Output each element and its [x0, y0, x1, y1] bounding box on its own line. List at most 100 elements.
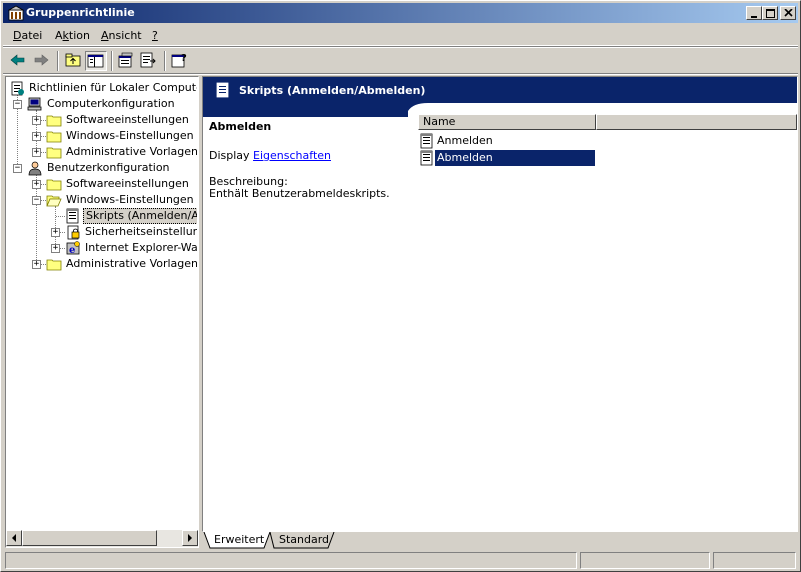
script-icon: [216, 82, 229, 98]
list-item-abmelden[interactable]: Abmelden: [418, 150, 598, 167]
folder-icon: [46, 115, 62, 127]
folder-icon: [46, 147, 62, 159]
group-policy-app-icon: [8, 5, 24, 21]
help-icon: ?: [171, 53, 187, 68]
tree-item-label: Benutzerkonfiguration: [47, 161, 170, 174]
display-prefix: Display: [209, 149, 250, 162]
menu-ansicht[interactable]: Ansicht: [101, 29, 142, 42]
folder-icon: [46, 131, 62, 143]
export-list-icon: [140, 52, 156, 68]
folder-icon: [46, 259, 62, 271]
export-list-button[interactable]: [138, 51, 160, 71]
folder-open-icon: [46, 195, 62, 207]
user-icon: [28, 161, 42, 176]
forward-button[interactable]: [31, 51, 53, 71]
minimize-icon: [751, 16, 757, 18]
maximize-icon: [765, 9, 775, 18]
collapse-icon[interactable]: −: [32, 196, 41, 205]
script-icon: [420, 133, 433, 149]
up-folder-icon: [65, 53, 81, 67]
status-panel-main: [5, 552, 577, 569]
computer-icon: [27, 97, 42, 111]
properties-icon: [118, 52, 133, 68]
menu-aktion[interactable]: Aktion: [55, 29, 90, 42]
tree-view: Richtlinien für Lokaler Computer − Compu…: [7, 78, 197, 530]
minimize-button[interactable]: [746, 6, 762, 20]
properties-button[interactable]: [116, 51, 138, 71]
script-icon: [66, 208, 79, 224]
toolbar-separator-line: [3, 73, 798, 75]
policy-icon: [11, 81, 24, 96]
forward-icon: [34, 54, 49, 66]
svg-text:?: ?: [181, 53, 187, 64]
expand-icon[interactable]: +: [51, 244, 60, 253]
tree-item-label: Windows-Einstellungen: [66, 193, 194, 206]
tab-standard[interactable]: Standard: [279, 532, 329, 549]
toolbar-separator: [111, 51, 113, 71]
tree-item-label: Administrative Vorlagen: [66, 257, 197, 270]
toolbar-separator: [57, 51, 59, 71]
tree-item-label: Softwareeinstellungen: [66, 177, 189, 190]
status-bar: [3, 551, 798, 571]
menu-help[interactable]: ?: [152, 29, 158, 42]
scroll-right-button[interactable]: [182, 530, 198, 546]
list-item-anmelden[interactable]: Anmelden: [418, 133, 598, 150]
list-item-label: Abmelden: [435, 150, 595, 166]
show-tree-button[interactable]: [85, 51, 107, 71]
tree-connector: [56, 216, 65, 217]
scroll-thumb[interactable]: [22, 530, 157, 546]
properties-link[interactable]: Eigenschaften: [253, 149, 331, 162]
maximize-button[interactable]: [762, 6, 778, 20]
expand-icon[interactable]: +: [32, 180, 41, 189]
expand-icon[interactable]: +: [32, 132, 41, 141]
title-bar[interactable]: Gruppenrichtlinie: [3, 3, 798, 23]
details-pane: Skripts (Anmelden/Abmelden) Abmelden Dis…: [202, 76, 798, 532]
folder-icon: [46, 179, 62, 191]
scroll-left-button[interactable]: [6, 530, 22, 546]
toolbar-separator: [164, 51, 166, 71]
svg-text:e: e: [69, 245, 75, 256]
tree-item-label: Softwareeinstellungen: [66, 113, 189, 126]
tree-item-label: Sicherheitseinstellungen: [85, 225, 197, 238]
console-tree[interactable]: Richtlinien für Lokaler Computer − Compu…: [5, 76, 199, 548]
description-text: Enthält Benutzerabmeldeskripts.: [209, 187, 390, 200]
expand-icon[interactable]: +: [32, 116, 41, 125]
view-tabs: Erweitert Standard: [202, 532, 798, 549]
collapse-icon[interactable]: −: [13, 100, 22, 109]
collapse-icon[interactable]: −: [13, 164, 22, 173]
toolbar: ?: [3, 48, 798, 74]
tree-item-label: Richtlinien für Lokaler Computer: [29, 81, 197, 94]
up-folder-button[interactable]: [63, 51, 85, 71]
tree-item-label: Windows-Einstellungen: [66, 129, 194, 142]
menu-bar: Datei Aktion Ansicht ?: [3, 25, 798, 46]
expand-icon[interactable]: +: [51, 228, 60, 237]
ie-icon: e: [66, 241, 80, 256]
list-header: Name: [418, 114, 797, 130]
close-icon: [783, 8, 793, 17]
expand-icon[interactable]: +: [32, 148, 41, 157]
expand-icon[interactable]: +: [32, 260, 41, 269]
item-heading: Abmelden: [209, 120, 272, 133]
back-button[interactable]: [8, 51, 30, 71]
menu-datei[interactable]: Datei: [13, 29, 42, 42]
tree-item-label: Internet Explorer-Wartung: [85, 241, 197, 254]
arrow-left-icon: [12, 534, 16, 542]
show-tree-icon: [87, 54, 104, 68]
back-icon: [10, 54, 25, 66]
details-banner: Skripts (Anmelden/Abmelden): [203, 77, 797, 103]
tree-horizontal-scrollbar[interactable]: [6, 530, 198, 547]
arrow-right-icon: [188, 534, 192, 542]
column-header-empty[interactable]: [596, 114, 797, 130]
status-panel-2: [580, 552, 710, 569]
list-item-label: Anmelden: [437, 134, 493, 147]
close-button[interactable]: [780, 6, 796, 20]
main-window: Gruppenrichtlinie Datei Aktion Ansicht ?: [0, 0, 801, 572]
status-panel-3: [713, 552, 796, 569]
help-button[interactable]: ?: [169, 51, 191, 71]
tab-erweitert[interactable]: Erweitert: [214, 532, 264, 549]
details-title: Skripts (Anmelden/Abmelden): [239, 84, 426, 97]
display-row: Display Eigenschaften: [209, 149, 331, 162]
tree-item-label: Computerkonfiguration: [47, 97, 175, 110]
column-header-name[interactable]: Name: [418, 114, 596, 130]
tree-item-label: Administrative Vorlagen: [66, 145, 197, 158]
